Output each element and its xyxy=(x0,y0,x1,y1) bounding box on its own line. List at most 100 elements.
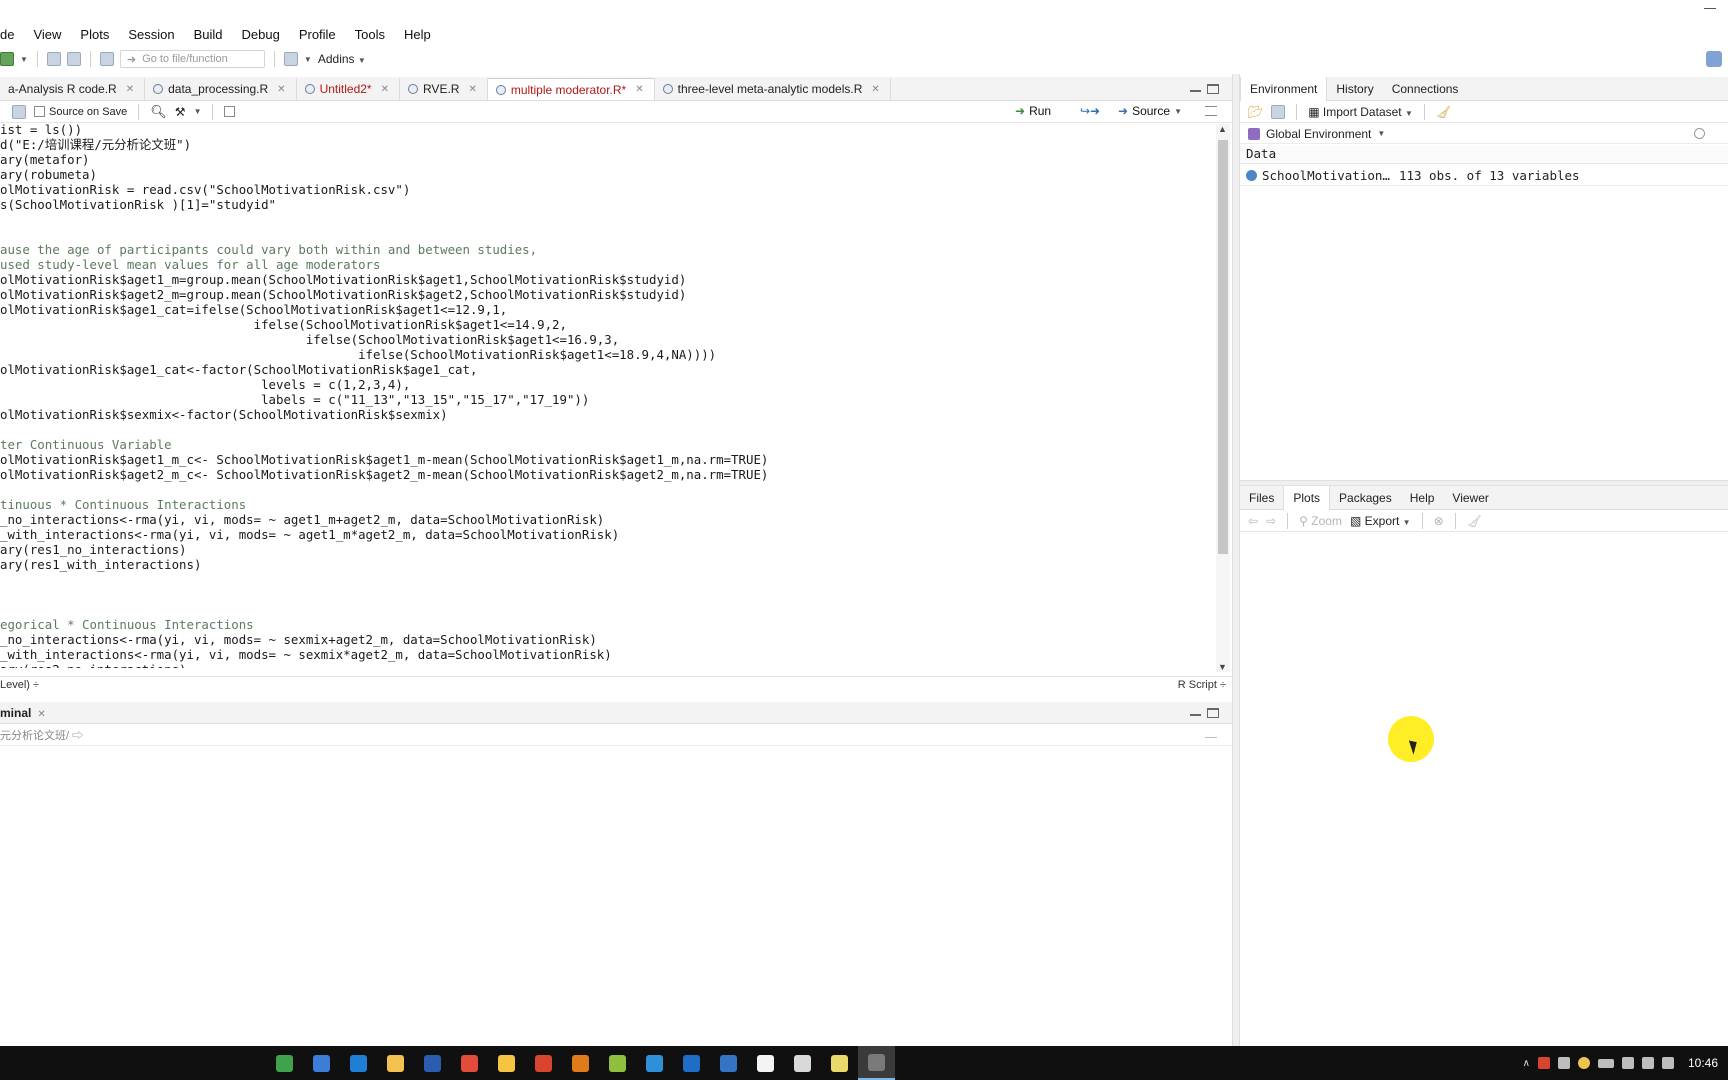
source-on-save-toggle[interactable]: Source on Save xyxy=(34,106,127,118)
code-line[interactable]: ary(res1_no_interactions) xyxy=(0,542,1216,557)
code-line[interactable] xyxy=(0,572,1216,587)
minimize-pane-icon[interactable] xyxy=(1190,710,1201,716)
tab-packages[interactable]: Packages xyxy=(1330,486,1401,510)
code-line[interactable]: ary(res2_no_interactions) xyxy=(0,662,1216,668)
code-line[interactable] xyxy=(0,212,1216,227)
editor-scrollbar[interactable]: ▲ ▼ xyxy=(1216,124,1230,672)
code-line[interactable]: _with_interactions<-rma(yi, vi, mods= ~ … xyxy=(0,647,1216,662)
menu-plots[interactable]: Plots xyxy=(71,27,119,42)
code-line[interactable]: _no_interactions<-rma(yi, vi, mods= ~ se… xyxy=(0,632,1216,647)
taskbar-app-button[interactable] xyxy=(266,1046,303,1080)
code-line[interactable]: ary(robumeta) xyxy=(0,167,1216,182)
code-line[interactable]: olMotivationRisk$aget2_m=group.mean(Scho… xyxy=(0,287,1216,302)
window-minimize-button[interactable] xyxy=(1704,8,1716,9)
close-icon[interactable]: ✕ xyxy=(277,84,285,95)
taskbar-app-button[interactable] xyxy=(599,1046,636,1080)
code-line[interactable]: ist = ls()) xyxy=(0,122,1216,137)
tab-history[interactable]: History xyxy=(1327,77,1382,101)
taskbar-app-button[interactable] xyxy=(858,1046,895,1080)
scope-indicator[interactable]: Level) ÷ xyxy=(0,679,39,691)
scroll-down-icon[interactable]: ▼ xyxy=(1218,662,1227,672)
source-button[interactable]: ➜ Source ▼ xyxy=(1118,104,1182,118)
taskbar-app-button[interactable] xyxy=(636,1046,673,1080)
tab-viewer[interactable]: Viewer xyxy=(1443,486,1497,510)
tab-terminal[interactable]: minal ✕ xyxy=(0,706,46,720)
menu-debug[interactable]: Debug xyxy=(233,27,290,42)
close-icon[interactable]: ✕ xyxy=(871,84,879,95)
console-output[interactable] xyxy=(0,745,1232,1045)
taskbar-app-button[interactable] xyxy=(451,1046,488,1080)
taskbar-app-button[interactable] xyxy=(377,1046,414,1080)
code-line[interactable]: olMotivationRisk = read.csv("SchoolMotiv… xyxy=(0,182,1216,197)
code-line[interactable]: olMotivationRisk$aget2_m_c<- SchoolMotiv… xyxy=(0,467,1216,482)
menu-build[interactable]: Build xyxy=(185,27,233,42)
taskbar-app-button[interactable] xyxy=(747,1046,784,1080)
menu-view[interactable]: View xyxy=(24,27,71,42)
code-line[interactable]: olMotivationRisk$sexmix<-factor(SchoolMo… xyxy=(0,407,1216,422)
scrollbar-thumb[interactable] xyxy=(1218,140,1228,554)
taskbar-clock[interactable]: 10:46 xyxy=(1688,1056,1718,1070)
code-line[interactable]: _no_interactions<-rma(yi, vi, mods= ~ ag… xyxy=(0,512,1216,527)
menu-help[interactable]: Help xyxy=(395,27,441,42)
taskbar-app-button[interactable] xyxy=(303,1046,340,1080)
addins-button[interactable]: Addins ▼ xyxy=(318,52,366,66)
menu-tools[interactable]: Tools xyxy=(346,27,395,42)
code-line[interactable]: levels = c(1,2,3,4), xyxy=(0,377,1216,392)
broom-icon[interactable]: 🧹︎ xyxy=(1436,105,1451,119)
volume-icon[interactable] xyxy=(1641,1057,1654,1069)
taskbar-app-button[interactable] xyxy=(821,1046,858,1080)
code-line[interactable]: s(SchoolMotivationRisk )[1]="studyid" xyxy=(0,197,1216,212)
code-line[interactable]: ary(res1_with_interactions) xyxy=(0,557,1216,572)
tab-connections[interactable]: Connections xyxy=(1383,77,1468,101)
code-line[interactable]: ter Continuous Variable xyxy=(0,437,1216,452)
close-icon[interactable]: ✕ xyxy=(468,84,476,95)
compile-report-icon[interactable] xyxy=(224,106,236,117)
close-icon[interactable]: ✕ xyxy=(381,84,389,95)
code-line[interactable]: ifelse(SchoolMotivationRisk$aget1<=16.9,… xyxy=(0,332,1216,347)
document-outline-icon[interactable] xyxy=(1205,106,1217,116)
code-line[interactable] xyxy=(0,587,1216,602)
save-icon[interactable] xyxy=(12,104,26,119)
chevron-down-icon[interactable]: ▼ xyxy=(1174,107,1182,116)
taskbar-app-button[interactable] xyxy=(525,1046,562,1080)
code-line[interactable]: ary(metafor) xyxy=(0,152,1216,167)
code-line[interactable]: olMotivationRisk$aget1_m_c<- SchoolMotiv… xyxy=(0,452,1216,467)
file-type-selector[interactable]: R Script ÷ xyxy=(1178,679,1226,691)
minimize-pane-icon[interactable] xyxy=(1190,86,1201,92)
code-line[interactable] xyxy=(0,602,1216,617)
print-icon[interactable] xyxy=(99,52,114,66)
battery-icon[interactable] xyxy=(1597,1058,1614,1068)
code-line[interactable]: used study-level mean values for all age… xyxy=(0,257,1216,272)
code-editor[interactable]: ist = ls()) d("E:/培训课程/元分析论文班") ary(metafo… xyxy=(0,122,1216,668)
new-file-icon[interactable] xyxy=(0,52,14,66)
tray-app-icon[interactable] xyxy=(1577,1057,1590,1069)
code-line[interactable] xyxy=(0,422,1216,437)
taskbar-app-button[interactable] xyxy=(562,1046,599,1080)
load-workspace-icon[interactable]: 📂︎ xyxy=(1248,105,1263,119)
checkbox[interactable] xyxy=(34,106,45,117)
maximize-pane-icon[interactable] xyxy=(1207,84,1219,94)
zoom-button[interactable]: ⚲ Zoom xyxy=(1299,514,1342,528)
code-line[interactable]: olMotivationRisk$aget1_m=group.mean(Scho… xyxy=(0,272,1216,287)
taskbar-app-button[interactable] xyxy=(414,1046,451,1080)
taskbar-app-button[interactable] xyxy=(784,1046,821,1080)
code-line[interactable]: tinuous * Continuous Interactions xyxy=(0,497,1216,512)
grid-layout-icon[interactable] xyxy=(283,52,298,66)
chevron-up-icon[interactable]: ∧ xyxy=(1523,1058,1530,1069)
maximize-pane-icon[interactable] xyxy=(1207,708,1219,718)
editor-tab[interactable]: data_processing.R ✕ xyxy=(145,78,297,100)
taskbar-app-button[interactable] xyxy=(673,1046,710,1080)
editor-tab[interactable]: Untitled2* ✕ xyxy=(297,78,400,100)
code-line[interactable]: d("E:/培训课程/元分析论文班") xyxy=(0,137,1216,152)
chevron-down-icon[interactable]: ▼ xyxy=(304,55,312,64)
chevron-down-icon[interactable]: ▼ xyxy=(194,107,202,116)
wifi-icon[interactable] xyxy=(1621,1057,1634,1069)
editor-tab-active[interactable]: multiple moderator.R* ✕ xyxy=(487,78,655,100)
editor-tab[interactable]: RVE.R ✕ xyxy=(400,78,488,100)
close-icon[interactable]: ✕ xyxy=(37,709,45,720)
menu-session[interactable]: Session xyxy=(119,27,184,42)
code-line[interactable]: olMotivationRisk$age1_cat=ifelse(SchoolM… xyxy=(0,302,1216,317)
editor-tab[interactable]: a-Analysis R code.R ✕ xyxy=(0,78,146,100)
close-icon[interactable]: ✕ xyxy=(635,84,643,95)
taskbar-app-button[interactable] xyxy=(710,1046,747,1080)
